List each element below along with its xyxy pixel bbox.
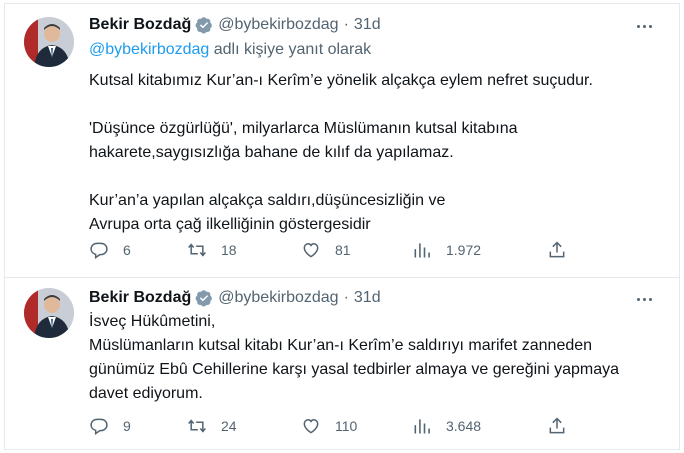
like-count: 110 xyxy=(335,418,358,434)
author-handle[interactable]: @bybekirbozdag xyxy=(218,16,338,34)
tweet-text-line: 'Düşünce özgürlüğü', milyarlarca Müslüma… xyxy=(89,120,518,137)
share-button[interactable] xyxy=(547,414,567,438)
tweet-text-line: davet ediyorum. xyxy=(89,385,203,402)
tweet-paragraph: 'Düşünce özgürlüğü', milyarlarca Müslüma… xyxy=(89,117,659,165)
share-icon xyxy=(549,417,565,434)
verified-badge-icon xyxy=(195,290,213,307)
tweet-paragraph: İsveç Hükûmetini, Müslümanların kutsal k… xyxy=(89,310,659,406)
like-icon xyxy=(303,418,319,434)
tweet-text-line: günümüz Ebû Cehillerine karşı yasal tedb… xyxy=(89,361,620,378)
tweet-text-line: İsveç Hükûmetini, xyxy=(89,313,216,330)
views-count: 3.648 xyxy=(446,418,482,434)
author-name[interactable]: Bekir Bozdağ xyxy=(89,16,191,34)
tweet-text-line: Kutsal kitabımız Kur’an-ı Kerîm’e yöneli… xyxy=(89,72,593,89)
tweet-paragraph: Kur’an’a yapılan alçakça saldırı,düşünce… xyxy=(89,189,659,237)
tweet-header: Bekir Bozdağ @bybekirbozdag · 31d xyxy=(89,14,381,36)
more-options-icon[interactable] xyxy=(632,289,656,309)
retweet-count: 18 xyxy=(221,242,237,258)
reply-mention-link[interactable]: @bybekirbozdag xyxy=(89,41,209,58)
reply-icon xyxy=(90,418,108,435)
tweet-paragraph: Kutsal kitabımız Kur’an-ı Kerîm’e yöneli… xyxy=(89,69,659,93)
retweet-button[interactable]: 18 xyxy=(187,238,237,262)
tweet-2[interactable]: Bekir Bozdağ @bybekirbozdag · 31d İsveç … xyxy=(0,278,684,453)
retweet-icon xyxy=(188,243,206,257)
tweet-text-line: Avrupa orta çağ ilkelliğinin göstergesid… xyxy=(89,216,371,233)
tweet-actions: 6 18 81 1.972 xyxy=(89,238,579,262)
verified-badge-icon xyxy=(195,17,213,34)
author-handle[interactable]: @bybekirbozdag xyxy=(218,289,338,307)
views-count: 1.972 xyxy=(446,242,482,258)
tweet-text-line: Müslümanların kutsal kitabı Kur’an-ı Ker… xyxy=(89,337,593,354)
like-button[interactable]: 110 xyxy=(301,414,357,438)
avatar[interactable] xyxy=(24,17,74,67)
views-icon xyxy=(414,243,430,258)
tweet-text: İsveç Hükûmetini, Müslümanların kutsal k… xyxy=(89,310,659,406)
reply-icon xyxy=(90,242,108,259)
reply-count: 6 xyxy=(123,242,131,258)
like-icon xyxy=(303,242,319,258)
like-button[interactable]: 81 xyxy=(301,238,351,262)
reply-context: @bybekirbozdag adlı kişiye yanıt olarak xyxy=(89,41,371,59)
views-button[interactable]: 3.648 xyxy=(412,414,481,438)
reply-button[interactable]: 6 xyxy=(89,238,131,262)
timestamp[interactable]: 31d xyxy=(354,16,381,34)
author-name[interactable]: Bekir Bozdağ xyxy=(89,289,191,307)
tweet-text-line: hakarete,saygısızlığa bahane de kılıf da… xyxy=(89,144,454,161)
tweet-1[interactable]: Bekir Bozdağ @bybekirbozdag · 31d @bybek… xyxy=(0,0,684,277)
retweet-icon xyxy=(188,419,206,433)
separator-dot: · xyxy=(343,289,349,306)
avatar[interactable] xyxy=(24,288,74,338)
timestamp[interactable]: 31d xyxy=(354,289,381,307)
separator-dot: · xyxy=(343,16,349,33)
reply-count: 9 xyxy=(123,418,131,434)
views-button[interactable]: 1.972 xyxy=(412,238,481,262)
tweet-text-line: Kur’an’a yapılan alçakça saldırı,düşünce… xyxy=(89,192,446,209)
tweet-header: Bekir Bozdağ @bybekirbozdag · 31d xyxy=(89,287,381,309)
retweet-count: 24 xyxy=(221,418,237,434)
share-button[interactable] xyxy=(547,238,567,262)
more-options-icon[interactable] xyxy=(632,16,656,36)
reply-context-text: adlı kişiye yanıt olarak xyxy=(209,41,372,58)
like-count: 81 xyxy=(335,242,351,258)
views-icon xyxy=(414,419,430,434)
share-icon xyxy=(549,241,565,258)
tweet-text: Kutsal kitabımız Kur’an-ı Kerîm’e yöneli… xyxy=(89,69,659,237)
tweet-actions: 9 24 110 3.648 xyxy=(89,414,579,438)
reply-button[interactable]: 9 xyxy=(89,414,131,438)
retweet-button[interactable]: 24 xyxy=(187,414,237,438)
